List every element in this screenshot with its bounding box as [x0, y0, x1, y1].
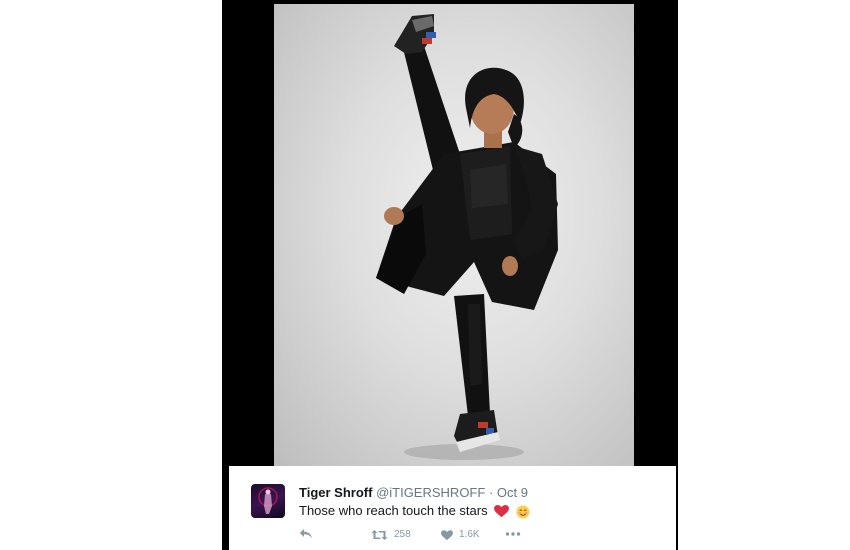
reply-button[interactable]	[299, 528, 313, 540]
more-icon	[505, 532, 521, 536]
tweet-date[interactable]: Oct 9	[497, 485, 528, 500]
tweet-actions: 258 1.6K	[299, 528, 669, 544]
user-handle[interactable]: @iTIGERSHROFF	[376, 485, 485, 500]
separator-dot: ·	[488, 485, 494, 500]
smiling-face-emoji	[516, 505, 530, 519]
tweet-header: Tiger Shroff @iTIGERSHROFF · Oct 9	[299, 485, 528, 501]
heart-icon	[441, 529, 453, 540]
man-high-kick-photo	[376, 14, 558, 460]
retweet-count: 258	[394, 529, 411, 540]
tweet-photo[interactable]	[274, 4, 634, 466]
reply-icon	[299, 529, 312, 539]
tweet-body: Those who reach touch the stars	[299, 502, 530, 519]
like-button[interactable]: 1.6K	[441, 528, 480, 542]
red-heart-emoji	[494, 505, 510, 518]
tweet-text: Those who reach touch the stars	[299, 503, 488, 518]
display-name[interactable]: Tiger Shroff	[299, 485, 372, 500]
avatar-image	[258, 487, 278, 514]
tweet-card: Tiger Shroff @iTIGERSHROFF · Oct 9 Those…	[229, 466, 676, 550]
more-button[interactable]	[505, 531, 521, 537]
retweet-button[interactable]: 258	[371, 528, 411, 542]
retweet-icon	[371, 530, 388, 540]
avatar[interactable]	[251, 484, 285, 518]
like-count: 1.6K	[459, 529, 480, 540]
